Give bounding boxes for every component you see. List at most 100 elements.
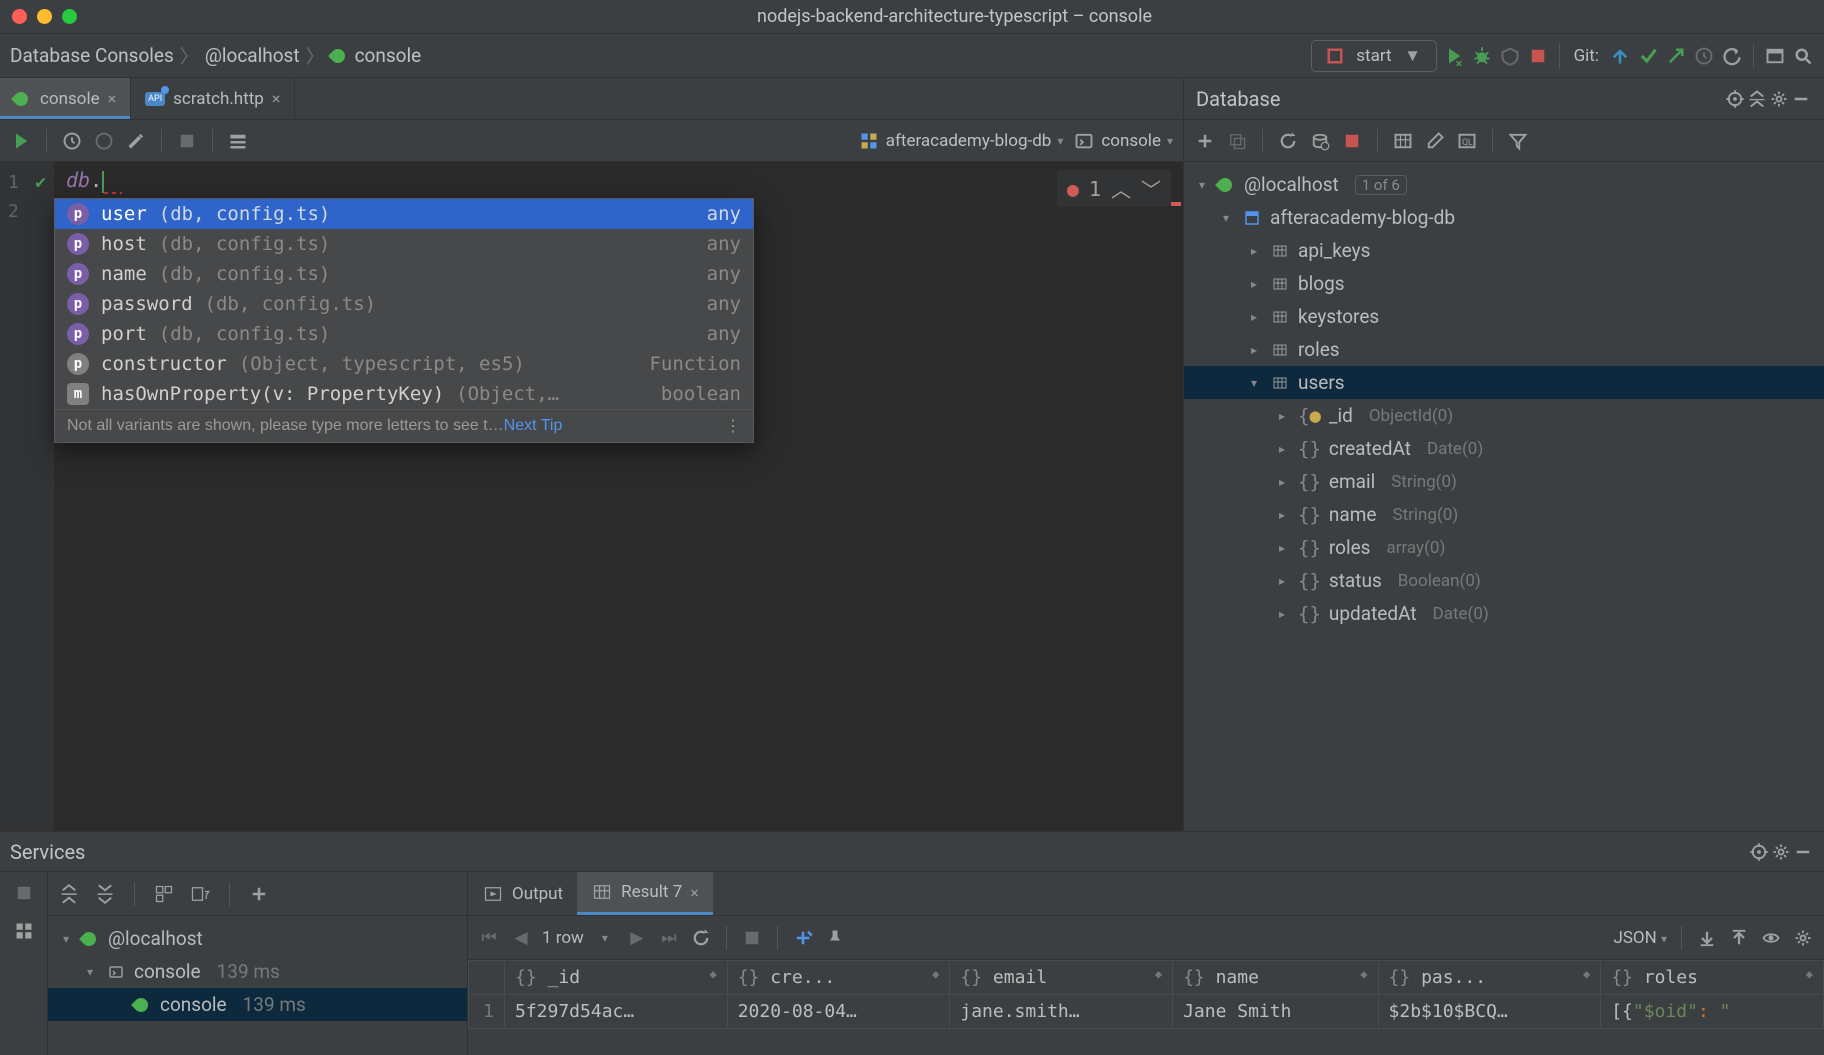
stop-button[interactable] — [13, 882, 35, 904]
services-tree[interactable]: ▾ @localhost ▾ console 139 ms console 13… — [48, 916, 467, 1055]
first-page-button[interactable]: ⏮ — [478, 927, 500, 949]
git-commit-button[interactable] — [1637, 45, 1659, 67]
chevron-down-icon[interactable]: ▾ — [594, 927, 616, 949]
more-icon[interactable]: ⋮ — [725, 416, 741, 436]
tree-node-collection[interactable]: ▸ blogs — [1184, 267, 1824, 300]
window-zoom-button[interactable] — [62, 9, 77, 24]
close-icon[interactable]: × — [272, 89, 281, 108]
stop-button[interactable] — [741, 927, 763, 949]
autocomplete-item[interactable]: p user (db, config.ts) any — [55, 199, 753, 229]
last-page-button[interactable]: ⏭ — [658, 927, 680, 949]
column-header[interactable]: {} cre...◆ — [727, 961, 950, 995]
code-editor[interactable]: 1✔ 2 db. ● 1 ︿ ﹀ p user (db — [0, 162, 1183, 831]
editor-tab-scratch[interactable]: API scratch.http × — [131, 78, 295, 119]
table-row[interactable]: 1 5f297d54ac… 2020-08-04… jane.smith… Ja… — [469, 995, 1824, 1029]
tree-node-collection[interactable]: ▸ api_keys — [1184, 234, 1824, 267]
filter-group-button[interactable] — [189, 883, 211, 905]
next-tip-link[interactable]: Next Tip — [504, 417, 563, 435]
next-page-button[interactable]: ▶ — [626, 927, 648, 949]
view-mode-selector[interactable]: JSON ▾ — [1613, 928, 1667, 948]
prev-page-button[interactable]: ◀ — [510, 927, 532, 949]
open-ddl-button[interactable]: QL — [1456, 130, 1478, 152]
table-view-button[interactable] — [1392, 130, 1414, 152]
table-cell[interactable]: 5f297d54ac… — [505, 995, 728, 1029]
table-cell[interactable]: 2020-08-04… — [727, 995, 950, 1029]
gear-icon[interactable] — [1768, 88, 1790, 110]
column-header[interactable]: {} roles◆ — [1601, 961, 1824, 995]
window-minimize-button[interactable] — [37, 9, 52, 24]
tab-output[interactable]: Output — [468, 872, 577, 915]
history-button[interactable] — [61, 130, 83, 152]
autocomplete-item[interactable]: p port (db, config.ts) any — [55, 319, 753, 349]
git-update-button[interactable] — [1609, 45, 1631, 67]
inspection-widget[interactable]: ● 1 ︿ ﹀ — [1057, 170, 1171, 207]
collapse-all-icon[interactable] — [94, 883, 116, 905]
breadcrumb-item[interactable]: console — [355, 44, 422, 67]
table-cell[interactable]: [{"$oid": " — [1601, 995, 1824, 1029]
refresh-button[interactable] — [1277, 130, 1299, 152]
tree-node-field[interactable]: ▸{● _id ObjectId(0) — [1184, 399, 1824, 432]
tree-node-collection[interactable]: ▸ roles — [1184, 333, 1824, 366]
hide-tool-window-icon[interactable] — [1792, 841, 1814, 863]
column-header[interactable]: {} name◆ — [1173, 961, 1378, 995]
tree-node-field[interactable]: ▸{} updatedAt Date(0) — [1184, 597, 1824, 630]
collapse-all-icon[interactable] — [1746, 88, 1768, 110]
breadcrumb-item[interactable]: @localhost — [205, 44, 300, 67]
target-icon[interactable] — [1724, 88, 1746, 110]
search-everywhere-button[interactable] — [1792, 45, 1814, 67]
tree-node-console-leaf[interactable]: console 139 ms — [48, 988, 467, 1021]
chevron-down-icon[interactable]: ﹀ — [1141, 174, 1161, 203]
tree-node-datasource[interactable]: ▾ @localhost — [48, 922, 467, 955]
run-configuration-selector[interactable]: start ▼ — [1311, 40, 1436, 72]
autocomplete-item[interactable]: p host (db, config.ts) any — [55, 229, 753, 259]
add-service-button[interactable] — [248, 883, 270, 905]
tree-node-collection[interactable]: ▸ keystores — [1184, 300, 1824, 333]
expand-all-icon[interactable] — [58, 883, 80, 905]
view-as-button[interactable] — [227, 130, 249, 152]
reload-button[interactable] — [690, 927, 712, 949]
tree-node-datasource[interactable]: ▾ @localhost 1 of 6 — [1184, 168, 1824, 201]
table-cell[interactable]: Jane Smith — [1173, 995, 1378, 1029]
execute-button[interactable] — [10, 130, 32, 152]
database-tree[interactable]: ▾ @localhost 1 of 6 ▾ afteracademy-blog-… — [1184, 162, 1824, 831]
filter-button[interactable] — [1507, 130, 1529, 152]
add-datasource-button[interactable] — [1194, 130, 1216, 152]
target-icon[interactable] — [1748, 841, 1770, 863]
column-header[interactable]: {} _id◆ — [505, 961, 728, 995]
window-close-button[interactable] — [12, 9, 27, 24]
run-button[interactable] — [1443, 45, 1465, 67]
export-down-icon[interactable] — [1696, 927, 1718, 949]
edit-button[interactable] — [1424, 130, 1446, 152]
gear-icon[interactable] — [1792, 927, 1814, 949]
tree-node-schema[interactable]: ▾ afteracademy-blog-db — [1184, 201, 1824, 234]
group-button[interactable] — [153, 883, 175, 905]
autocomplete-item[interactable]: p name (db, config.ts) any — [55, 259, 753, 289]
tree-node-field[interactable]: ▸{} roles array(0) — [1184, 531, 1824, 564]
tree-node-field[interactable]: ▸{} status Boolean(0) — [1184, 564, 1824, 597]
pin-button[interactable] — [824, 927, 846, 949]
breadcrumb-item[interactable]: Database Consoles — [10, 44, 174, 67]
session-selector[interactable]: console ▾ — [1073, 130, 1173, 152]
editor-tab-console[interactable]: console × — [0, 78, 131, 119]
chevron-up-icon[interactable]: ︿ — [1111, 174, 1131, 203]
tree-node-field[interactable]: ▸{} createdAt Date(0) — [1184, 432, 1824, 465]
table-cell[interactable]: jane.smith… — [950, 995, 1173, 1029]
ide-layout-button[interactable] — [1764, 45, 1786, 67]
autocomplete-item[interactable]: p password (db, config.ts) any — [55, 289, 753, 319]
debug-button[interactable] — [1471, 45, 1493, 67]
import-up-icon[interactable] — [1728, 927, 1750, 949]
rollback-button[interactable] — [93, 130, 115, 152]
table-cell[interactable]: $2b$10$BCQ… — [1378, 995, 1601, 1029]
column-header[interactable]: {} email◆ — [950, 961, 1173, 995]
close-icon[interactable]: × — [690, 883, 699, 902]
gear-icon[interactable] — [1770, 841, 1792, 863]
breadcrumb[interactable]: Database Consoles 〉 @localhost 〉 console — [10, 42, 421, 69]
tree-node-field[interactable]: ▸{} email String(0) — [1184, 465, 1824, 498]
sync-button[interactable] — [1309, 130, 1331, 152]
result-grid[interactable]: {} _id◆ {} cre...◆ {} email◆ {} name◆ {}… — [468, 960, 1824, 1055]
settings-button[interactable] — [125, 130, 147, 152]
hide-tool-window-icon[interactable] — [1790, 88, 1812, 110]
tab-result[interactable]: Result 7 × — [577, 872, 713, 915]
stop-button[interactable] — [1527, 45, 1549, 67]
column-header[interactable]: {} pas...◆ — [1378, 961, 1601, 995]
